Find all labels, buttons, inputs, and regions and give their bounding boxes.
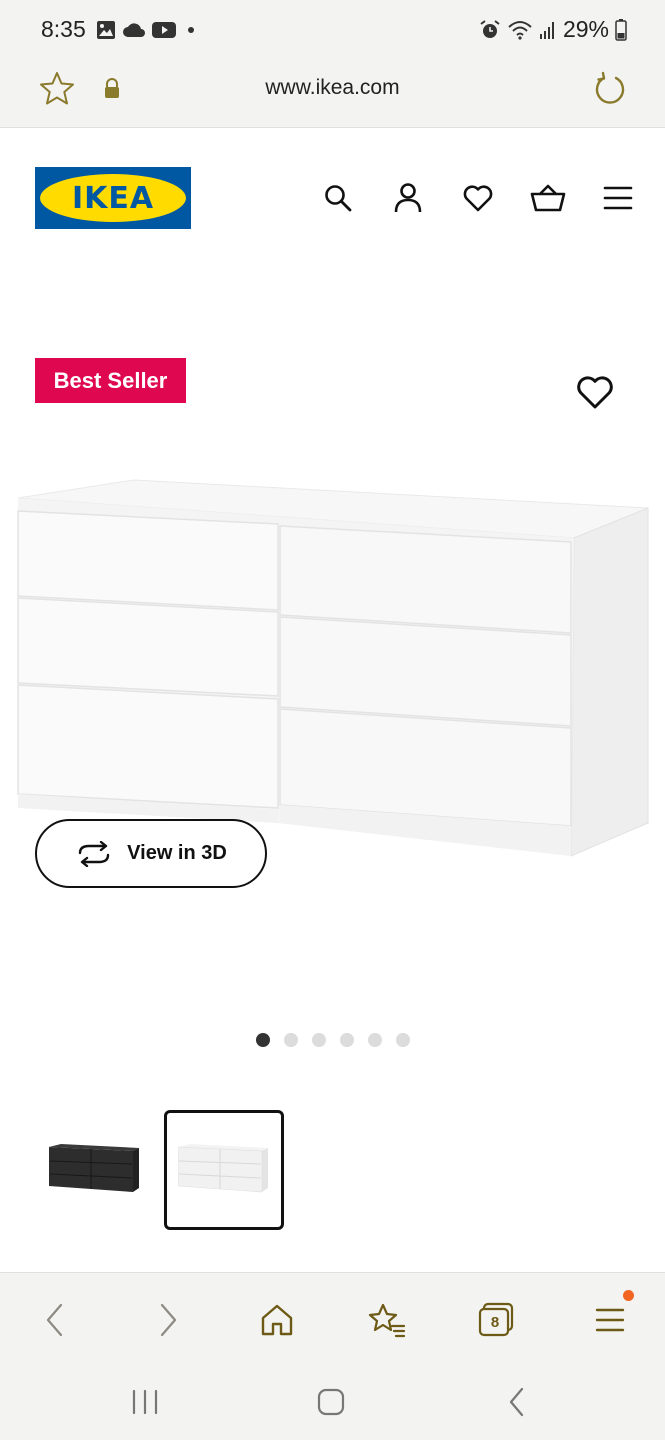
logo-text: IKEA bbox=[71, 180, 155, 216]
carousel-dot[interactable] bbox=[368, 1033, 382, 1047]
search-icon[interactable] bbox=[318, 178, 358, 218]
carousel-dot[interactable] bbox=[396, 1033, 410, 1047]
rotate-3d-icon bbox=[78, 840, 110, 867]
status-bar: 8:35 29% bbox=[0, 0, 665, 58]
best-seller-badge: Best Seller bbox=[35, 358, 186, 403]
gallery-icon bbox=[97, 21, 115, 39]
youtube-icon bbox=[152, 22, 176, 38]
cloud-icon bbox=[123, 23, 145, 37]
system-back-icon[interactable] bbox=[492, 1380, 542, 1424]
tabs-icon[interactable]: 8 bbox=[472, 1295, 522, 1345]
alarm-icon bbox=[480, 19, 500, 38]
recent-apps-icon[interactable] bbox=[120, 1380, 170, 1424]
url-text[interactable]: www.ikea.com bbox=[0, 76, 665, 100]
carousel-dot[interactable] bbox=[256, 1033, 270, 1047]
ikea-logo[interactable]: IKEA bbox=[35, 167, 191, 229]
reload-icon[interactable] bbox=[590, 70, 630, 115]
browser-url-bar: www.ikea.com bbox=[0, 58, 665, 128]
signal-icon bbox=[539, 21, 554, 39]
wifi-icon bbox=[508, 20, 532, 40]
dot-icon bbox=[188, 27, 194, 33]
thumbnail-black-dresser[interactable] bbox=[35, 1110, 155, 1230]
home-button-icon[interactable] bbox=[306, 1380, 356, 1424]
wishlist-icon[interactable] bbox=[458, 178, 498, 218]
bookmarks-icon[interactable] bbox=[362, 1295, 412, 1345]
logo-oval: IKEA bbox=[40, 174, 186, 222]
carousel-dot[interactable] bbox=[284, 1033, 298, 1047]
battery-percent: 29% bbox=[562, 16, 609, 42]
carousel-dots bbox=[256, 1033, 410, 1047]
site-header: IKEA bbox=[0, 128, 665, 248]
product-image[interactable] bbox=[14, 478, 654, 863]
view-in-3d-label: View in 3D bbox=[127, 842, 227, 864]
battery-icon bbox=[615, 18, 627, 41]
back-arrow-icon[interactable] bbox=[30, 1295, 80, 1345]
notification-icons bbox=[96, 20, 196, 40]
tab-count: 8 bbox=[490, 1313, 500, 1331]
view-in-3d-button[interactable]: View in 3D bbox=[35, 819, 267, 888]
system-navigation-bar bbox=[0, 1364, 665, 1440]
favorite-heart-icon[interactable] bbox=[575, 373, 615, 416]
home-icon[interactable] bbox=[252, 1295, 302, 1345]
thumbnail-white-dresser[interactable] bbox=[164, 1110, 284, 1230]
carousel-dot[interactable] bbox=[340, 1033, 354, 1047]
status-time: 8:35 bbox=[41, 16, 86, 42]
notification-dot bbox=[623, 1290, 634, 1301]
browser-menu-icon[interactable] bbox=[585, 1295, 635, 1345]
browser-toolbar: 8 bbox=[0, 1272, 665, 1364]
carousel-dot[interactable] bbox=[312, 1033, 326, 1047]
account-icon[interactable] bbox=[388, 178, 428, 218]
cart-icon[interactable] bbox=[528, 178, 568, 218]
forward-arrow-icon[interactable] bbox=[143, 1295, 193, 1345]
menu-icon[interactable] bbox=[598, 178, 638, 218]
